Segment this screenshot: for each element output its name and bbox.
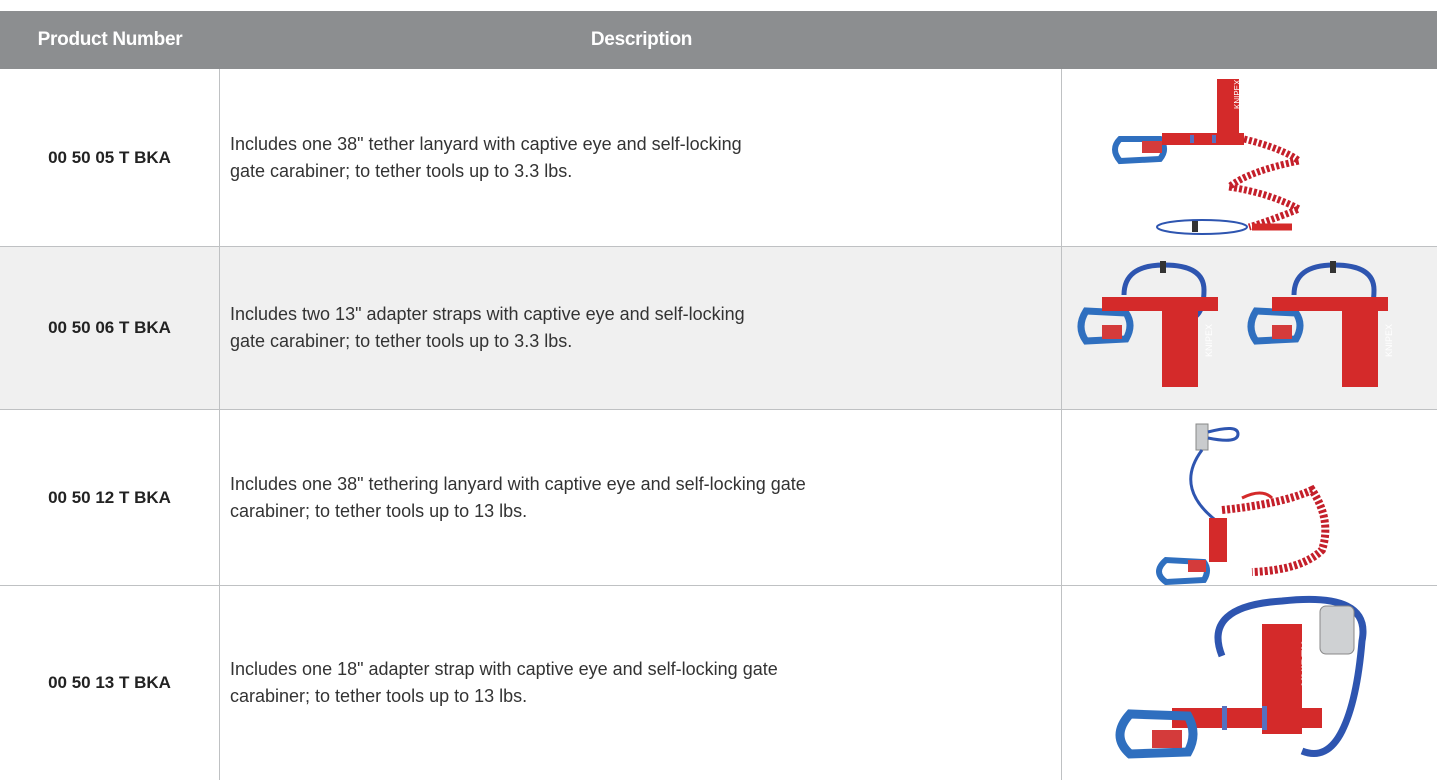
product-image-cell: KNIPEX KNIPEX (1062, 247, 1437, 409)
product-image-cell: KNIPEX (1062, 69, 1437, 246)
table-row: 00 50 06 T BKA Includes two 13" adapter … (0, 247, 1437, 410)
svg-text:KNIPEX: KNIPEX (1233, 79, 1242, 109)
table-header: Product Number Description (0, 11, 1437, 69)
tether-lanyard-38-icon: KNIPEX (1112, 79, 1308, 235)
description-line: gate carabiner; to tether tools up to 3.… (230, 160, 573, 181)
svg-text:KNIPEX: KNIPEX (1299, 641, 1313, 686)
svg-text:KNIPEX: KNIPEX (1384, 324, 1394, 357)
column-header-description: Description (590, 29, 693, 50)
adapter-strap-18-icon: KNIPEX (1115, 595, 1367, 759)
description-line: Includes one 18" adapter strap with capt… (230, 659, 778, 679)
product-number: 00 50 06 T BKA (0, 247, 220, 409)
description-cell: Includes one 38" tether lanyard with cap… (220, 69, 1062, 246)
description-cell: Includes two 13" adapter straps with cap… (220, 247, 1062, 409)
product-number: 00 50 05 T BKA (0, 69, 220, 246)
table-row: 00 50 12 T BKA Includes one 38" tetherin… (0, 410, 1437, 586)
product-image-cell (1062, 410, 1437, 585)
product-image-cell: KNIPEX (1062, 586, 1437, 780)
svg-text:KNIPEX: KNIPEX (1204, 324, 1214, 357)
tethering-lanyard-13lb-icon (1156, 423, 1330, 585)
description-line: Includes one 38" tether lanyard with cap… (230, 133, 742, 154)
table-row: 00 50 13 T BKA Includes one 18" adapter … (0, 586, 1437, 780)
product-table: Product Number Description 00 50 05 T BK… (0, 11, 1437, 780)
description-line: Includes one 38" tethering lanyard with … (230, 473, 806, 494)
table-row: 00 50 05 T BKA Includes one 38" tether l… (0, 69, 1437, 247)
description-cell: Includes one 38" tethering lanyard with … (220, 410, 1062, 585)
product-number: 00 50 12 T BKA (0, 410, 220, 585)
description-line: carabiner; to tether tools up to 13 lbs. (230, 686, 528, 706)
description-line: gate carabiner; to tether tools up to 3.… (230, 331, 573, 351)
description-line: Includes two 13" adapter straps with cap… (230, 304, 745, 324)
column-header-product-number: Product Number (37, 29, 183, 50)
description-cell: Includes one 18" adapter strap with capt… (220, 586, 1062, 780)
product-number: 00 50 13 T BKA (0, 586, 220, 780)
adapter-straps-pair-icon: KNIPEX KNIPEX (1077, 261, 1394, 387)
description-line: carabiner; to tether tools up to 13 lbs. (230, 500, 528, 521)
